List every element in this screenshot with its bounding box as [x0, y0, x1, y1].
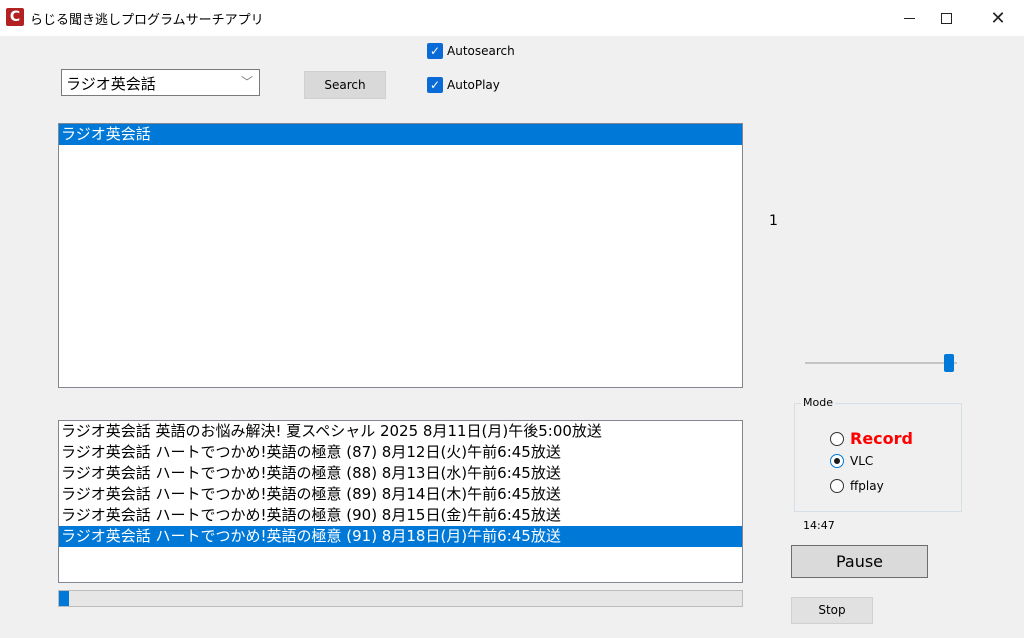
- record-radio[interactable]: Record: [830, 429, 913, 448]
- autosearch-label: Autosearch: [447, 44, 515, 58]
- episode-list-item[interactable]: ラジオ英会話 ハートでつかめ!英語の極意 (87) 8月12日(火)午前6:45…: [59, 442, 742, 463]
- playback-time: 14:47: [803, 519, 835, 532]
- episode-list-item[interactable]: ラジオ英会話 ハートでつかめ!英語の極意 (89) 8月14日(木)午前6:45…: [59, 484, 742, 505]
- program-list[interactable]: ラジオ英会話: [58, 123, 743, 388]
- episode-list-item[interactable]: ラジオ英会話 ハートでつかめ!英語の極意 (90) 8月15日(金)午前6:45…: [59, 505, 742, 526]
- stop-button[interactable]: Stop: [791, 597, 873, 624]
- autoplay-checkbox[interactable]: ✓ AutoPlay: [427, 77, 500, 93]
- vlc-radio[interactable]: VLC: [830, 454, 873, 468]
- mode-legend: Mode: [801, 396, 835, 409]
- checkmark-icon[interactable]: ✓: [427, 43, 443, 59]
- close-icon: ✕: [990, 7, 1006, 29]
- episode-list[interactable]: ラジオ英会話 英語のお悩み解決! 夏スペシャル 2025 8月11日(月)午後5…: [58, 420, 743, 583]
- program-list-item[interactable]: ラジオ英会話: [59, 124, 742, 145]
- program-combo[interactable]: ラジオ英会話 ﹀: [61, 69, 260, 96]
- pause-button[interactable]: Pause: [791, 545, 928, 578]
- episode-list-item[interactable]: ラジオ英会話 ハートでつかめ!英語の極意 (88) 8月13日(水)午前6:45…: [59, 463, 742, 484]
- volume-slider[interactable]: [805, 354, 960, 372]
- ffplay-label: ffplay: [850, 479, 884, 493]
- maximize-icon: [940, 12, 952, 24]
- ffplay-radio[interactable]: ffplay: [830, 479, 884, 493]
- slider-thumb[interactable]: [944, 354, 955, 372]
- radio-circle-icon[interactable]: [830, 479, 844, 493]
- title-bar: C らじる聞き逃しプログラムサーチアプリ ✕: [0, 0, 1024, 36]
- window-title: らじる聞き逃しプログラムサーチアプリ: [30, 13, 264, 28]
- autosearch-checkbox[interactable]: ✓ Autosearch: [427, 43, 515, 59]
- record-label: Record: [850, 429, 913, 448]
- slider-track[interactable]: [805, 362, 957, 364]
- episode-list-item[interactable]: ラジオ英会話 ハートでつかめ!英語の極意 (91) 8月18日(月)午前6:45…: [59, 526, 742, 547]
- minimize-icon: [903, 17, 915, 19]
- result-count: 1: [769, 213, 778, 229]
- program-combo-value: ラジオ英会話: [66, 75, 156, 93]
- search-button[interactable]: Search: [304, 71, 386, 99]
- episode-list-item[interactable]: ラジオ英会話 英語のお悩み解決! 夏スペシャル 2025 8月11日(月)午後5…: [59, 421, 742, 442]
- autoplay-label: AutoPlay: [447, 78, 500, 92]
- progress-fill: [59, 591, 70, 606]
- radio-circle-icon[interactable]: [830, 431, 844, 446]
- playback-progress-bar[interactable]: [58, 590, 743, 607]
- maximize-button[interactable]: [923, 0, 969, 36]
- vlc-label: VLC: [850, 454, 874, 468]
- close-button[interactable]: ✕: [975, 0, 1021, 36]
- mode-group: Mode Record VLC ffplay: [794, 396, 962, 512]
- radio-selected-icon[interactable]: [830, 454, 844, 468]
- chevron-down-icon[interactable]: ﹀: [241, 73, 253, 90]
- checkmark-icon[interactable]: ✓: [427, 77, 443, 93]
- app-icon: C: [6, 8, 24, 26]
